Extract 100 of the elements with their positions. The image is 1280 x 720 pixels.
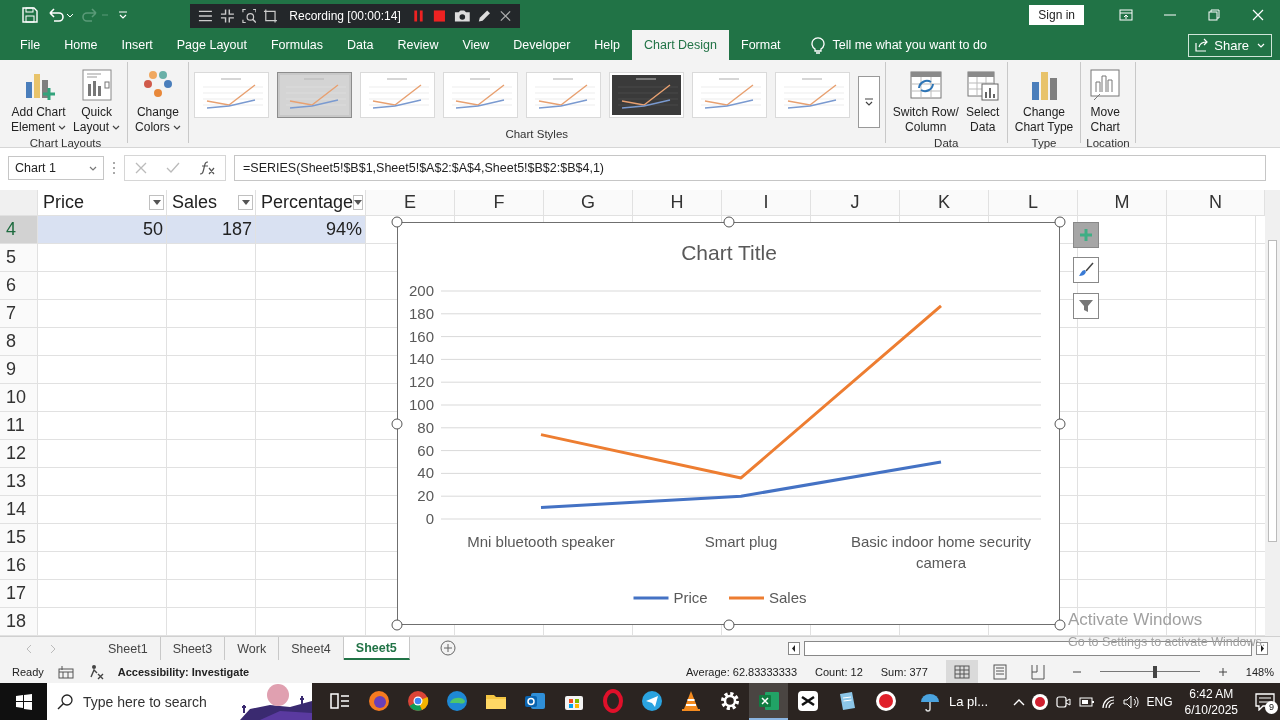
camera-icon[interactable] [1054, 693, 1071, 710]
customize-icon[interactable] [118, 9, 128, 21]
more-styles-button[interactable] [857, 76, 880, 128]
resize-handle[interactable] [391, 216, 403, 228]
chart-filters-button[interactable] [1073, 293, 1099, 319]
restore-icon[interactable] [1208, 9, 1220, 21]
resize-handle[interactable] [723, 216, 734, 228]
table-cell[interactable]: 187 [167, 216, 256, 244]
row-header[interactable]: 18 [0, 608, 38, 636]
table-cell[interactable]: 50 [38, 216, 167, 244]
column-header[interactable]: Sales [172, 192, 218, 213]
ribbon-display-icon[interactable] [1119, 9, 1133, 21]
chart-frame[interactable]: Chart Title 0 20 40 60 80 100 120 140 160 180 200 Mni bluetooth speaker Smart plug Basic indoor home security camera Price Sales [397, 222, 1060, 625]
row-header[interactable]: 9 [0, 356, 38, 384]
row-header[interactable]: 15 [0, 524, 38, 552]
accessibility-status[interactable]: Accessibility: Investigate [117, 665, 250, 678]
move-chart-button[interactable]: Move Chart [1086, 66, 1125, 137]
accessibility-icon[interactable] [87, 663, 104, 680]
resize-handle[interactable] [1054, 216, 1066, 228]
scroll-left-icon[interactable] [788, 642, 800, 655]
row-header[interactable]: 16 [0, 552, 38, 580]
name-box[interactable]: Chart 1 [8, 156, 104, 180]
clock[interactable]: 6:42 AM 6/10/2025 [1178, 685, 1244, 718]
column-header[interactable]: Percentage [261, 192, 354, 213]
notifications-button[interactable]: 9 [1250, 686, 1280, 717]
resize-handle[interactable] [723, 619, 734, 631]
row-header[interactable]: 12 [0, 440, 38, 468]
add-chart-element-button[interactable]: Add Chart Element [9, 66, 69, 137]
pause-icon[interactable] [411, 8, 425, 24]
column-header[interactable]: H [670, 192, 684, 213]
ribbon-tab[interactable]: File [8, 30, 53, 60]
select-data-button[interactable]: Select Data [963, 66, 1002, 137]
row-header[interactable]: 4 [0, 216, 38, 244]
column-header[interactable]: E [404, 192, 416, 213]
column-header[interactable]: F [493, 192, 505, 213]
vertical-scrollbar[interactable] [1265, 190, 1280, 636]
row-header[interactable]: 8 [0, 328, 38, 356]
row-header[interactable]: 7 [0, 300, 38, 328]
resize-handle[interactable] [391, 619, 403, 631]
close-icon[interactable] [499, 9, 512, 23]
zoom-in-icon[interactable] [1217, 666, 1228, 677]
tell-me-field[interactable]: Tell me what you want to do [832, 38, 987, 52]
switch-row-column-button[interactable]: Switch Row/ Column [890, 66, 961, 137]
ribbon-tab[interactable]: Help [582, 30, 633, 60]
screen-search-icon[interactable] [241, 8, 257, 24]
column-header[interactable]: L [1028, 192, 1038, 213]
formula-field[interactable]: =SERIES(Sheet5!$B$1,Sheet5!$A$2:$A$4,Sheet5!$B$2:$B$4,1) [234, 155, 1266, 181]
row-header[interactable]: 10 [0, 384, 38, 412]
chart-styles-button[interactable] [1073, 257, 1099, 283]
save-icon[interactable] [22, 7, 38, 23]
row-header[interactable]: 11 [0, 412, 38, 440]
column-header[interactable]: M [1114, 192, 1130, 213]
zoom-level[interactable]: 148% [1245, 665, 1274, 678]
resize-handle[interactable] [1054, 619, 1066, 631]
function-icon[interactable] [199, 161, 216, 175]
weather-widget[interactable]: La pl... [913, 690, 995, 713]
ribbon-tab[interactable]: Data [335, 30, 386, 60]
ribbon-tab[interactable]: Format [729, 30, 793, 60]
row-header[interactable]: 13 [0, 468, 38, 496]
language-indicator[interactable]: ENG [1146, 694, 1173, 709]
ribbon-tab[interactable]: Insert [109, 30, 165, 60]
checkmark-icon[interactable] [166, 162, 180, 174]
ribbon-tab[interactable]: Page Layout [164, 30, 259, 60]
battery-icon[interactable] [1076, 694, 1095, 709]
row-header[interactable]: 5 [0, 244, 38, 272]
ribbon-tab[interactable]: Home [52, 30, 110, 60]
ribbon-tab[interactable]: Developer [501, 30, 583, 60]
sheet-tab[interactable]: Sheet5 [343, 637, 410, 660]
ribbon-tab[interactable]: Review [385, 30, 451, 60]
add-sheet-icon[interactable] [439, 640, 456, 656]
record-icon[interactable] [1030, 692, 1049, 711]
region-icon[interactable] [263, 8, 279, 24]
series-line[interactable] [540, 460, 942, 510]
ribbon-tab[interactable]: Chart Design [632, 30, 729, 60]
start-button[interactable] [0, 683, 47, 720]
resize-handle[interactable] [1054, 418, 1066, 429]
row-header[interactable]: 6 [0, 272, 38, 300]
speaker-icon[interactable] [1122, 694, 1141, 709]
collapse-icon[interactable] [219, 8, 235, 24]
table-cell[interactable]: 94% [256, 216, 366, 244]
chevron-up-icon[interactable] [1012, 697, 1025, 706]
sign-in-button[interactable]: Sign in [1029, 5, 1084, 25]
search-field[interactable]: Type here to search [47, 683, 312, 720]
column-header[interactable]: J [850, 192, 860, 213]
change-colors-button[interactable]: Change Colors [133, 66, 183, 137]
filter-button[interactable] [238, 195, 253, 210]
ribbon-tab[interactable]: Formulas [258, 30, 336, 60]
resize-handle[interactable] [391, 418, 403, 429]
chart-style-thumbnail[interactable] [276, 72, 352, 118]
filter-button[interactable] [353, 195, 364, 210]
pencil-icon[interactable] [477, 8, 493, 24]
camera-icon[interactable] [453, 8, 471, 24]
menu-icon[interactable] [198, 9, 213, 23]
undo-icon[interactable] [46, 7, 74, 23]
change-chart-type-button[interactable]: Change Chart Type [1012, 66, 1076, 137]
column-header[interactable]: N [1209, 192, 1222, 213]
wifi-icon[interactable] [1100, 694, 1117, 709]
column-header[interactable]: I [763, 192, 769, 213]
row-header[interactable]: 14 [0, 496, 38, 524]
quick-layout-button[interactable]: Quick Layout [71, 66, 123, 137]
